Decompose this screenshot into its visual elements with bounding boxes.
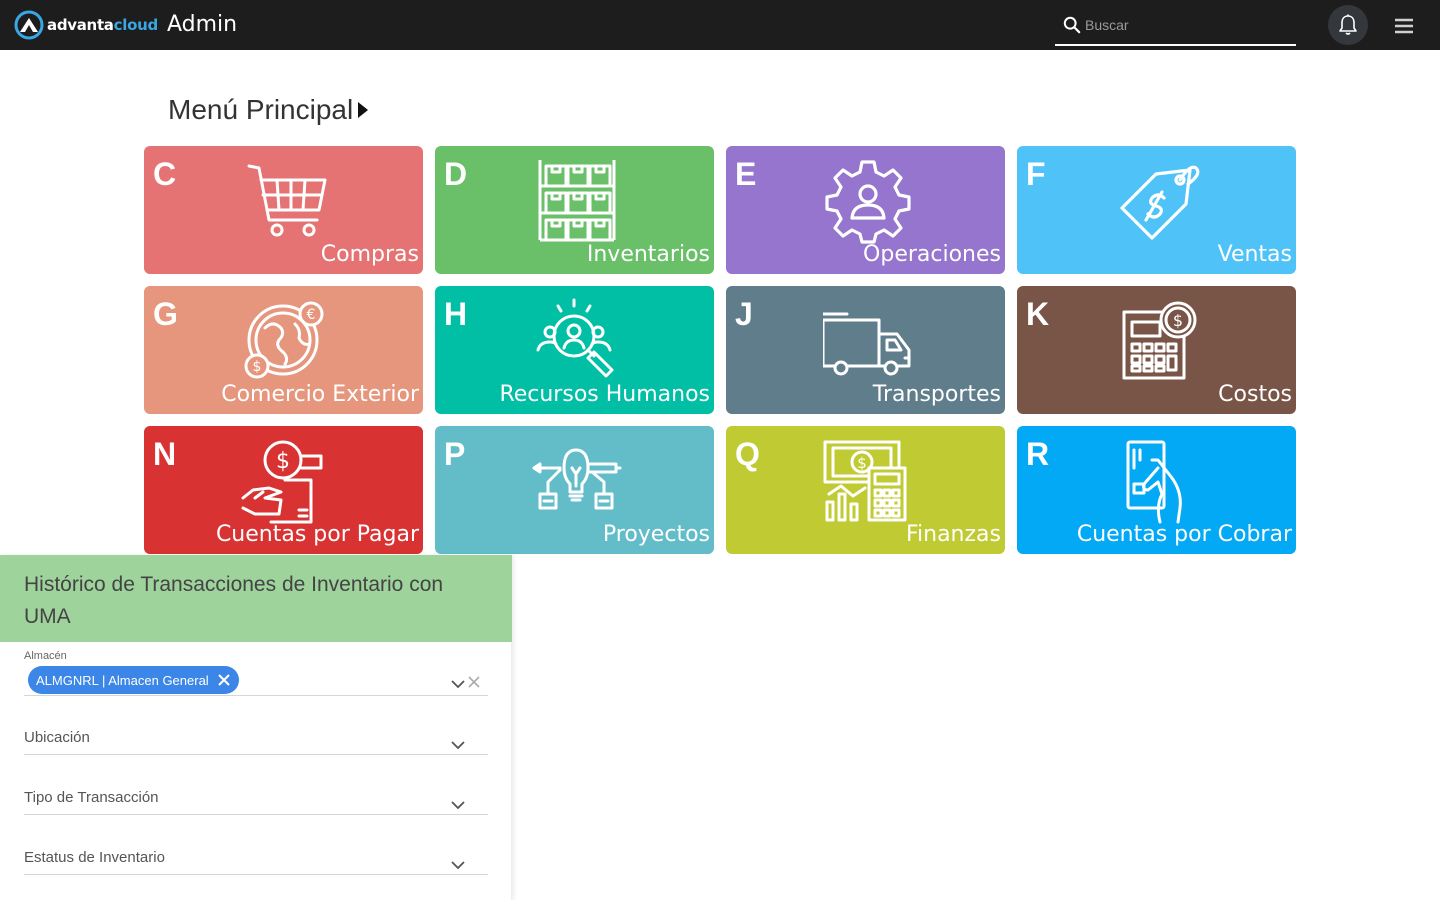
svg-text:$: $ [1173,311,1183,330]
tile-label: Compras [320,242,419,267]
tile-inventarios[interactable]: D Inventarios [435,146,714,274]
tile-letter: F [1026,156,1046,192]
chevron-down-icon[interactable] [450,678,466,690]
hand-card-icon [1114,438,1204,524]
globe-currency-icon: € $ [241,298,331,384]
tile-cuentas-por-cobrar[interactable]: R Cuentas por Cobrar [1017,426,1296,554]
estatus-inventario-label: Estatus de Inventario [24,849,165,866]
search-input[interactable] [1085,12,1290,38]
report-panel: Histórico de Transacciones de Inventario… [0,555,512,900]
finance-calculator-icon: $ [823,438,913,524]
gear-person-icon [823,158,913,244]
tile-label: Inventarios [586,242,710,267]
magnifier-people-icon [532,298,622,384]
calculator-dollar-icon: $ [1114,298,1204,384]
report-title: Histórico de Transacciones de Inventario… [24,573,444,628]
price-tag-icon [1114,158,1204,244]
tile-label: Transportes [872,382,1001,407]
almacen-chip[interactable]: ALMGNRL | Almacen General [28,666,239,694]
tile-letter: K [1026,296,1050,332]
boxes-shelf-icon [532,158,622,244]
tile-label: Cuentas por Cobrar [1076,522,1292,547]
chevron-down-icon[interactable] [450,799,466,811]
tile-label: Costos [1218,382,1292,407]
logo-text-cloud: cloud [113,16,159,34]
tile-comercio-exterior[interactable]: G € $ Comercio Exterior [144,286,423,414]
ubicacion-select[interactable]: Ubicación [24,717,488,755]
tile-transportes[interactable]: J Transportes [726,286,1005,414]
svg-text:$: $ [276,449,290,474]
app-title: Admin [167,12,238,37]
tipo-transaccion-select[interactable]: Tipo de Transacción [24,777,488,815]
tile-letter: E [735,156,757,192]
tile-letter: N [153,436,177,472]
tile-letter: G [153,296,178,332]
clear-icon[interactable] [467,675,481,689]
tipo-transaccion-label: Tipo de Transacción [24,789,159,806]
search-box [1055,6,1296,46]
lightbulb-project-icon [532,438,622,524]
tile-label: Cuentas por Pagar [215,522,419,547]
report-panel-header: Histórico de Transacciones de Inventario… [0,555,512,642]
tile-cuentas-por-pagar[interactable]: N $ Cuentas por Pagar [144,426,423,554]
logo-text-advanta: advanta [47,16,114,34]
notifications-button[interactable] [1328,5,1368,45]
chevron-down-icon[interactable] [450,859,466,871]
tile-label: Ventas [1217,242,1292,267]
almacen-label: Almacén [24,650,67,662]
tile-finanzas[interactable]: Q $ Finanzas [726,426,1005,554]
tile-label: Comercio Exterior [221,382,419,407]
tile-label: Finanzas [905,522,1001,547]
chip-remove-icon[interactable] [217,673,231,687]
shopping-cart-icon [241,158,331,244]
svg-text:$: $ [857,454,867,472]
tile-letter: Q [735,436,760,472]
hand-coin-icon: $ [241,438,331,524]
tile-label: Proyectos [602,522,710,547]
svg-text:€: € [307,307,316,323]
tile-costos[interactable]: K $ Costos [1017,286,1296,414]
tile-recursos-humanos[interactable]: H Recursos Humanos [435,286,714,414]
tile-letter: P [444,436,466,472]
logo-icon [14,10,44,40]
estatus-inventario-select[interactable]: Estatus de Inventario [24,837,488,875]
almacen-chip-text: ALMGNRL | Almacen General [36,672,209,688]
tile-letter: J [735,296,753,332]
truck-icon [821,298,913,384]
search-icon [1063,16,1081,34]
tile-label: Operaciones [863,242,1001,267]
advantacloud-logo[interactable]: advantacloud [14,10,164,40]
tile-proyectos[interactable]: P Proyectos [435,426,714,554]
tile-compras[interactable]: C Compras [144,146,423,274]
tile-letter: R [1026,436,1050,472]
ubicacion-label: Ubicación [24,729,90,746]
almacen-select[interactable]: Almacén ALMGNRL | Almacen General [24,650,488,696]
svg-text:$: $ [253,359,262,375]
chevron-down-icon[interactable] [450,739,466,751]
top-navbar: advantacloud Admin [0,0,1440,50]
caret-right-icon[interactable] [356,100,370,120]
tile-letter: C [153,156,177,192]
tile-letter: H [444,296,468,332]
menu-title: Menú Principal [168,94,354,125]
tile-operaciones[interactable]: E Operaciones [726,146,1005,274]
tile-ventas[interactable]: F Ventas [1017,146,1296,274]
hamburger-menu-icon[interactable] [1392,14,1416,38]
tile-label: Recursos Humanos [499,382,710,407]
bell-icon [1339,14,1357,35]
tile-letter: D [444,156,468,192]
